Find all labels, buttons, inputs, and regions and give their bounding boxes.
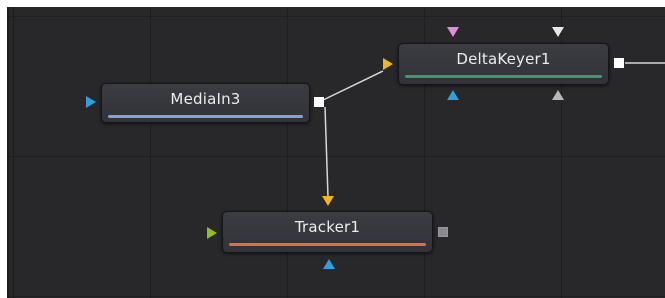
clean-plate-input-icon[interactable] [552, 90, 564, 100]
solid-matte-input-icon[interactable] [552, 27, 564, 37]
tracker-output-port-icon[interactable] [438, 227, 448, 237]
link-mediain-to-tracker [324, 106, 329, 198]
link-mediain-to-deltakeyer [318, 70, 384, 103]
deltakeyer-output-port-icon[interactable] [614, 58, 624, 68]
node-deltakeyer1[interactable]: DeltaKeyer1 [398, 43, 609, 85]
node-tracker1-label: Tracker1 [294, 218, 361, 236]
tracker-mask-input-icon[interactable] [323, 259, 335, 269]
node-mediain3-label: MediaIn3 [170, 90, 241, 108]
node-tracker1-color-bar [229, 243, 426, 246]
mediain-input-port-icon[interactable] [86, 96, 96, 108]
node-mediain3[interactable]: MediaIn3 [101, 83, 310, 123]
node-deltakeyer1-color-bar [405, 75, 602, 78]
node-tracker1[interactable]: Tracker1 [222, 211, 433, 253]
node-mediain3-color-bar [108, 115, 303, 118]
garbage-matte-input-icon[interactable] [447, 27, 459, 37]
deltakeyer-main-input-icon[interactable] [383, 58, 393, 70]
tracker-foreground-input-icon[interactable] [207, 227, 217, 239]
node-deltakeyer1-label: DeltaKeyer1 [456, 50, 551, 68]
mediain-output-port-icon[interactable] [314, 97, 324, 107]
effect-mask-input-icon[interactable] [447, 90, 459, 100]
tracker-main-input-icon[interactable] [322, 196, 334, 206]
